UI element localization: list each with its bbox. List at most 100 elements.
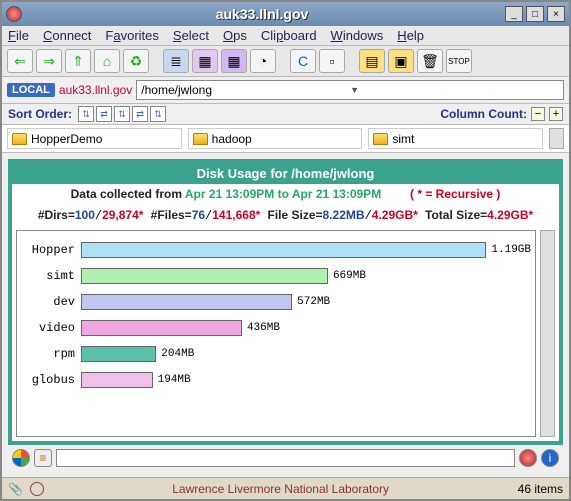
bar[interactable]: [81, 372, 153, 388]
menu-select[interactable]: Select: [173, 28, 209, 43]
menu-clipboard[interactable]: Clipboard: [261, 28, 317, 43]
folder-label: hadoop: [212, 132, 252, 146]
path-input[interactable]: /home/jwlong ▼: [136, 80, 564, 100]
bar-label: globus: [21, 373, 81, 387]
host-label: auk33.llnl.gov: [59, 83, 132, 97]
bar-value: 204MB: [156, 348, 194, 360]
bar-row: rpm 204MB: [21, 341, 531, 367]
bar-row: globus 194MB: [21, 367, 531, 393]
system-icon[interactable]: [6, 6, 22, 22]
bar-container: 1.19GB: [81, 242, 531, 258]
bar-label: rpm: [21, 347, 81, 361]
status-icon-1: 📎: [8, 482, 23, 496]
compress-icon[interactable]: ▤: [359, 49, 385, 73]
sortbar: Sort Order: ⇅ ⇄ ⇅ ⇄ ⇅ Column Count: − +: [2, 104, 569, 125]
panel-title: Disk Usage for /home/jwlong: [12, 163, 559, 184]
bar-value: 1.19GB: [486, 244, 531, 256]
back-button[interactable]: ⇐: [7, 49, 33, 73]
menu-file[interactable]: File: [8, 28, 29, 43]
view-grid2-icon[interactable]: ▦: [221, 49, 247, 73]
new-folder-icon[interactable]: ▣: [388, 49, 414, 73]
bar-value: 194MB: [153, 374, 191, 386]
globe-icon[interactable]: [519, 449, 537, 467]
sort-icon-2[interactable]: ⇄: [96, 106, 112, 122]
menu-help[interactable]: Help: [397, 28, 424, 43]
bars-icon[interactable]: ≡: [34, 449, 52, 467]
sort-icon-4[interactable]: ⇄: [132, 106, 148, 122]
up-button[interactable]: ⇑: [65, 49, 91, 73]
sort-icon-5[interactable]: ⇅: [150, 106, 166, 122]
view-list-icon[interactable]: ≣: [163, 49, 189, 73]
forward-button[interactable]: ⇒: [36, 49, 62, 73]
bar-container: 669MB: [81, 268, 531, 284]
status-icon-2: [30, 482, 44, 496]
bar-chart: Hopper1.19GBsimt669MBdev572MBvideo436MBr…: [16, 230, 536, 437]
content: Disk Usage for /home/jwlong Data collect…: [2, 153, 569, 477]
menu-connect[interactable]: Connect: [43, 28, 91, 43]
bottom-text-field[interactable]: [56, 449, 515, 467]
statusbar: 📎 Lawrence Livermore National Laboratory…: [2, 477, 569, 499]
path-text: /home/jwlong: [141, 83, 350, 97]
stats-line: #Dirs=100/29,874* #Files=76/141,668* Fil…: [12, 205, 559, 226]
chart-scrollbar[interactable]: [540, 230, 555, 437]
scrollbar-v[interactable]: [549, 128, 564, 149]
bar[interactable]: [81, 346, 156, 362]
folder-icon: [193, 133, 208, 145]
folder-icon: [12, 133, 27, 145]
pathbar: LOCAL auk33.llnl.gov /home/jwlong ▼: [2, 77, 569, 104]
bar-label: simt: [21, 269, 81, 283]
folder-row: HopperDemo hadoop simt: [2, 125, 569, 153]
sort-icon-1[interactable]: ⇅: [78, 106, 94, 122]
trash-icon[interactable]: 🗑: [417, 49, 443, 73]
bottom-toolbar: ≡ i: [8, 445, 563, 471]
bar-value: 669MB: [328, 270, 366, 282]
col-plus-button[interactable]: +: [549, 107, 563, 121]
local-badge: LOCAL: [7, 83, 55, 97]
bar-label: video: [21, 321, 81, 335]
bar[interactable]: [81, 320, 242, 336]
chart-area: Hopper1.19GBsimt669MBdev572MBvideo436MBr…: [12, 226, 559, 441]
menu-favorites[interactable]: Favorites: [105, 28, 158, 43]
bar-container: 204MB: [81, 346, 531, 362]
view-pie-icon[interactable]: ◔: [250, 49, 276, 73]
menu-ops[interactable]: Ops: [223, 28, 247, 43]
bar-container: 194MB: [81, 372, 531, 388]
home-button[interactable]: ⌂: [94, 49, 120, 73]
path-dropdown-icon[interactable]: ▼: [350, 85, 559, 95]
minimize-button[interactable]: _: [505, 6, 523, 22]
col-minus-button[interactable]: −: [531, 107, 545, 121]
bar-row: dev572MB: [21, 289, 531, 315]
toolbar: ⇐ ⇒ ⇑ ⌂ ♻ ≣ ▦ ▦ ◔ C ▫ ▤ ▣ 🗑 STOP: [2, 46, 569, 77]
stop-icon[interactable]: STOP: [446, 49, 472, 73]
pie-icon[interactable]: [12, 449, 30, 467]
bar-container: 572MB: [81, 294, 531, 310]
folder-label: HopperDemo: [31, 132, 102, 146]
menu-windows[interactable]: Windows: [331, 28, 384, 43]
sort-icon-3[interactable]: ⇅: [114, 106, 130, 122]
folder-icon: [373, 133, 388, 145]
window-title: auk33.llnl.gov: [22, 6, 502, 22]
window: auk33.llnl.gov _ □ × File Connect Favori…: [0, 0, 571, 501]
close-button[interactable]: ×: [547, 6, 565, 22]
folder-item[interactable]: HopperDemo: [7, 128, 182, 149]
box-icon[interactable]: ▫: [319, 49, 345, 73]
status-lab: Lawrence Livermore National Laboratory: [44, 482, 518, 496]
menubar: File Connect Favorites Select Ops Clipbo…: [2, 26, 569, 46]
disk-usage-panel: Disk Usage for /home/jwlong Data collect…: [8, 159, 563, 445]
bar[interactable]: [81, 242, 486, 258]
column-count-label: Column Count:: [440, 107, 527, 121]
refresh-button[interactable]: ♻: [123, 49, 149, 73]
collected-line: Data collected from Apr 21 13:09PM to Ap…: [12, 184, 559, 205]
clock-icon[interactable]: C: [290, 49, 316, 73]
status-items: 46 items: [518, 482, 563, 496]
maximize-button[interactable]: □: [526, 6, 544, 22]
bar-value: 436MB: [242, 322, 280, 334]
bar-label: Hopper: [21, 243, 81, 257]
bar[interactable]: [81, 268, 328, 284]
info-icon[interactable]: i: [541, 449, 559, 467]
bar[interactable]: [81, 294, 292, 310]
folder-item[interactable]: simt: [368, 128, 543, 149]
bar-label: dev: [21, 295, 81, 309]
view-grid1-icon[interactable]: ▦: [192, 49, 218, 73]
folder-item[interactable]: hadoop: [188, 128, 363, 149]
